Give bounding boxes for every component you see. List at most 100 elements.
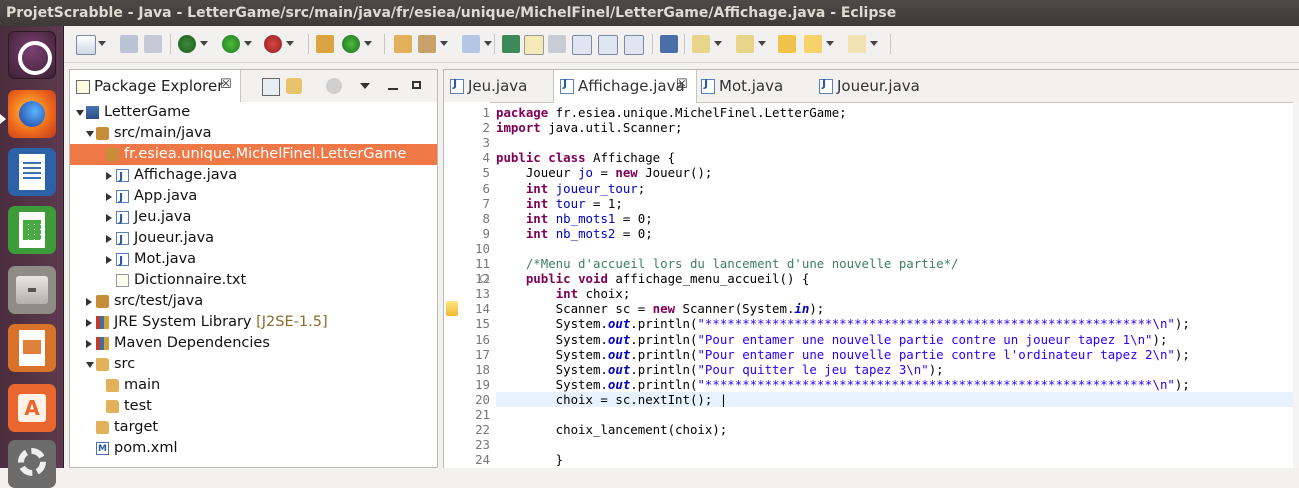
save-icon[interactable] — [120, 35, 138, 53]
package-explorer-tab[interactable]: Package Explorer ☒ — [70, 70, 241, 102]
tree-item[interactable]: App.java — [70, 186, 437, 208]
collapse-all-icon[interactable] — [262, 78, 280, 96]
tree-item[interactable]: Maven Dependencies — [70, 333, 437, 354]
tree-item[interactable]: Dictionnaire.txt — [70, 270, 437, 291]
expanded-toggle-icon[interactable] — [86, 131, 94, 137]
back-dropdown[interactable] — [826, 41, 834, 46]
warning-marker-icon[interactable] — [446, 301, 458, 317]
editor-tab[interactable]: Mot.java — [695, 70, 813, 102]
word-wrap-icon[interactable] — [598, 35, 618, 55]
tree-item[interactable]: Mot.java — [70, 249, 437, 271]
editor-tab[interactable]: Jeu.java — [444, 70, 553, 102]
block-selection-icon[interactable] — [548, 35, 566, 53]
toggle-breadcrumb-icon[interactable] — [502, 35, 520, 53]
collapsed-toggle-icon[interactable] — [106, 172, 112, 180]
collapsed-toggle-icon[interactable] — [106, 193, 112, 201]
tree-item[interactable]: LetterGame — [70, 102, 437, 123]
editor-tab-label: Joueur.java — [837, 77, 920, 95]
close-icon[interactable]: ☒ — [676, 77, 688, 92]
back-icon[interactable] — [804, 35, 822, 53]
system-settings-icon[interactable] — [8, 440, 56, 488]
pilcrow-icon[interactable] — [624, 35, 644, 55]
run-icon[interactable] — [222, 35, 240, 53]
tree-item[interactable]: Affichage.java — [70, 165, 437, 187]
code-line: public void affichage_menu_accueil() { — [525, 271, 810, 287]
expanded-toggle-icon[interactable] — [86, 362, 94, 368]
new-dropdown[interactable] — [98, 41, 106, 46]
next-annotation-icon[interactable] — [660, 35, 678, 53]
expanded-toggle-icon[interactable] — [76, 110, 84, 116]
link-with-editor-icon[interactable] — [286, 78, 302, 94]
collapsed-toggle-icon[interactable] — [86, 319, 92, 327]
debug-dropdown[interactable] — [200, 41, 208, 46]
collapsed-toggle-icon[interactable] — [106, 235, 112, 243]
tree-item[interactable]: JRE System Library [J2SE-1.5] — [70, 312, 437, 333]
tree-item[interactable]: src — [70, 354, 437, 375]
tree-item[interactable]: main — [70, 375, 437, 396]
external-tools-icon[interactable] — [264, 35, 282, 53]
task-dropdown[interactable] — [440, 41, 448, 46]
tree-item-label: Affichage.java — [134, 167, 238, 183]
libreoffice-calc-icon[interactable] — [8, 206, 56, 254]
proj-icon — [86, 106, 99, 119]
collapsed-toggle-icon[interactable] — [86, 298, 92, 306]
tree-item[interactable]: test — [70, 396, 437, 417]
collapsed-toggle-icon[interactable] — [106, 256, 112, 264]
line-number: 19 — [475, 376, 490, 392]
window-title: ProjetScrabble - Java - LetterGame/src/m… — [0, 0, 1299, 26]
search-icon[interactable] — [462, 35, 480, 53]
tree-item[interactable]: pom.xml — [70, 438, 437, 460]
new-class-dropdown[interactable] — [364, 41, 372, 46]
tree-item[interactable]: fr.esiea.unique.MichelFinel.LetterGame — [70, 144, 437, 165]
collapsed-toggle-icon[interactable] — [106, 214, 112, 222]
last-edit-location-icon[interactable] — [778, 35, 796, 53]
forward-dropdown[interactable] — [870, 41, 878, 46]
tree-item[interactable]: src/main/java — [70, 123, 437, 144]
show-whitespace-icon[interactable] — [572, 35, 592, 55]
tree-item[interactable]: Jeu.java — [70, 207, 437, 229]
open-type-icon[interactable] — [394, 35, 412, 53]
editor-tab[interactable]: Joueur.java — [813, 70, 933, 102]
open-task-icon[interactable] — [418, 35, 436, 53]
next-edit-dropdown[interactable] — [714, 41, 722, 46]
java-icon — [116, 208, 129, 229]
debug-icon[interactable] — [178, 35, 196, 53]
line-number: 1 — [482, 105, 490, 120]
search-dropdown[interactable] — [484, 41, 492, 46]
run-dropdown[interactable] — [244, 41, 252, 46]
folder-icon — [96, 358, 109, 371]
ubuntu-dash-icon[interactable] — [8, 31, 56, 79]
view-menu-icon[interactable] — [360, 83, 370, 89]
toggle-mark-occurrences-icon[interactable] — [524, 35, 544, 55]
minimize-icon[interactable] — [388, 88, 398, 90]
tree-item[interactable]: src/test/java — [70, 291, 437, 312]
tree-item-label: target — [114, 419, 159, 435]
firefox-icon[interactable] — [8, 90, 56, 138]
line-number: 20 — [475, 391, 490, 407]
package-explorer-icon — [76, 80, 90, 94]
new-icon[interactable] — [76, 35, 96, 55]
collapsed-toggle-icon[interactable] — [86, 340, 92, 348]
line-number: 21 — [475, 407, 490, 422]
save-all-icon[interactable] — [144, 35, 162, 53]
code-area[interactable]: package fr.esiea.unique.MichelFinel.Lett… — [496, 102, 1299, 468]
editor-tab[interactable]: Affichage.java☒ — [553, 70, 697, 103]
previous-edit-dropdown[interactable] — [758, 41, 766, 46]
libreoffice-writer-icon[interactable] — [8, 148, 56, 196]
close-icon[interactable]: ☒ — [220, 77, 232, 92]
previous-edit-icon[interactable] — [736, 35, 754, 53]
new-java-class-icon[interactable] — [342, 35, 360, 53]
external-tools-dropdown[interactable] — [286, 41, 294, 46]
new-java-package-icon[interactable] — [316, 35, 334, 53]
focus-on-active-task-icon[interactable] — [326, 78, 342, 94]
pkg-icon — [96, 127, 109, 140]
files-icon[interactable] — [8, 266, 56, 314]
maximize-icon[interactable] — [412, 81, 421, 89]
tree-item[interactable]: target — [70, 417, 437, 438]
next-edit-icon[interactable] — [692, 35, 710, 53]
libreoffice-impress-icon[interactable] — [8, 324, 56, 372]
software-center-icon[interactable]: A — [8, 384, 56, 432]
forward-icon[interactable] — [848, 35, 866, 53]
tree-item[interactable]: Joueur.java — [70, 228, 437, 250]
java-editor: Jeu.java Affichage.java☒ Mot.java Joueur.ja… — [443, 69, 1299, 468]
